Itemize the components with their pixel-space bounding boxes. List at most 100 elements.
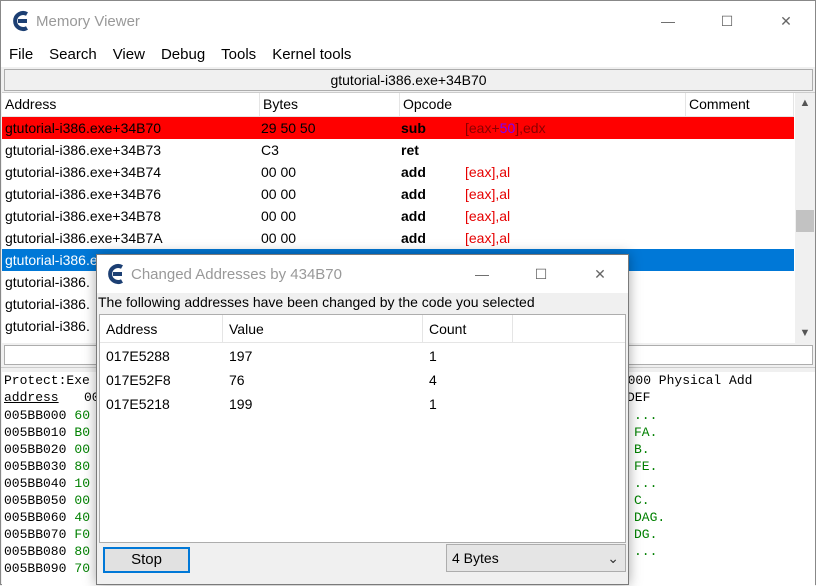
disasm-operands: [eax],al	[465, 208, 511, 224]
scroll-down-arrow-icon[interactable]: ▼	[795, 323, 815, 343]
hex-row[interactable]: 005BB080 80...	[4, 543, 657, 560]
hex-row[interactable]: 005BB090 70	[4, 560, 90, 577]
menu-debug[interactable]: Debug	[161, 46, 205, 63]
hex-ascii: DG.	[634, 527, 658, 542]
list-count: 4	[429, 372, 437, 388]
hex-ascii: B.	[634, 442, 650, 457]
disasm-row[interactable]: gtutorial-i386.exe+34B78 00 00 add [eax],al	[2, 205, 794, 227]
disasm-address: gtutorial-i386.exe+34B7A	[5, 230, 163, 246]
list-item[interactable]: 017E5288 197 1	[100, 344, 625, 368]
col-address-header[interactable]: Address	[100, 315, 223, 343]
disasm-address: gtutorial-i386.	[5, 318, 90, 334]
list-value: 197	[229, 348, 253, 364]
disasm-opcode: sub	[401, 120, 426, 136]
col-value-header[interactable]: Value	[223, 315, 423, 343]
menu-kernel-tools[interactable]: Kernel tools	[272, 46, 351, 63]
disasm-bytes: 00 00	[261, 230, 297, 246]
minimize-button[interactable]: —	[645, 1, 691, 41]
hex-row[interactable]: 005BB030 80 FE.	[4, 458, 657, 475]
hex-address: 005BB090	[4, 561, 67, 576]
disasm-bytes: 00 00	[261, 208, 297, 224]
hex-byte: B0	[74, 425, 91, 440]
disasm-opcode: add	[401, 164, 426, 180]
disassembler-scrollbar[interactable]: ▲ ▼	[795, 93, 815, 343]
dialog-minimize-button[interactable]: —	[459, 255, 505, 293]
list-item[interactable]: 017E5218 199 1	[100, 392, 625, 416]
stop-button[interactable]: Stop	[103, 547, 190, 573]
menu-file[interactable]: File	[9, 46, 33, 63]
col-bytes-header[interactable]: Bytes	[260, 93, 400, 117]
hex-ascii: ...	[634, 544, 658, 559]
close-button[interactable]: ✕	[763, 1, 809, 41]
hex-row[interactable]: 005BB050 00 C.	[4, 492, 650, 509]
disasm-operands: [eax],al	[465, 230, 511, 246]
dialog-title: Changed Addresses by 434B70	[131, 266, 342, 283]
list-item[interactable]: 017E52F8 76 4	[100, 368, 625, 392]
hex-row[interactable]: 005BB060 40 DAG.	[4, 509, 665, 526]
hex-row[interactable]: 005BB000 60...	[4, 407, 657, 424]
hex-row[interactable]: 005BB070 F0 DG.	[4, 526, 657, 543]
list-value: 76	[229, 372, 245, 388]
list-address: 017E52F8	[106, 372, 171, 388]
title-bar: Memory Viewer — ☐ ✕	[1, 1, 815, 41]
hex-address: 005BB080	[4, 544, 67, 559]
menu-view[interactable]: View	[113, 46, 145, 63]
cheat-engine-logo-icon	[13, 11, 28, 31]
hex-ascii: ...	[634, 408, 658, 423]
disasm-bytes: 00 00	[261, 186, 297, 202]
disasm-bytes: C3	[261, 142, 279, 158]
col-address-header[interactable]: Address	[2, 93, 260, 117]
hex-address: 005BB030	[4, 459, 67, 474]
hex-address: 005BB070	[4, 527, 67, 542]
list-count: 1	[429, 348, 437, 364]
disassembler-header: Address Bytes Opcode Comment	[2, 93, 794, 117]
dialog-title-bar: Changed Addresses by 434B70 — ☐ ✕	[97, 255, 628, 293]
hex-byte: 00	[74, 442, 91, 457]
disasm-address: gtutorial-i386.	[5, 296, 90, 312]
hex-row[interactable]: 005BB040 10...	[4, 475, 657, 492]
scroll-up-arrow-icon[interactable]: ▲	[795, 93, 815, 113]
window-title: Memory Viewer	[36, 13, 140, 30]
disasm-operands: [eax],al	[465, 186, 511, 202]
disasm-opcode: add	[401, 186, 426, 202]
menu-search[interactable]: Search	[49, 46, 97, 63]
disasm-row[interactable]: gtutorial-i386.exe+34B7A 00 00 add [eax],al	[2, 227, 794, 249]
disasm-address: gtutorial-i386.exe+34B76	[5, 186, 162, 202]
disasm-row[interactable]: gtutorial-i386.exe+34B73 C3 ret	[2, 139, 794, 161]
hex-ascii: C.	[634, 493, 650, 508]
hex-address: 005BB000	[4, 408, 67, 423]
dialog-maximize-button[interactable]: ☐	[518, 255, 564, 293]
hex-row[interactable]: 005BB020 00 B.	[4, 441, 650, 458]
hex-column-header: address 00 DEF	[4, 390, 651, 405]
value-type-selected: 4 Bytes	[452, 550, 499, 566]
current-address-bar[interactable]: gtutorial-i386.exe+34B70	[4, 69, 813, 91]
hex-row[interactable]: 005BB010 B0 FA.	[4, 424, 657, 441]
maximize-button[interactable]: ☐	[704, 1, 750, 41]
chevron-down-icon: ⌄	[607, 550, 619, 566]
disasm-row[interactable]: gtutorial-i386.exe+34B70 29 50 50 sub [eax+…	[2, 117, 794, 139]
hex-ascii: FE.	[634, 459, 658, 474]
hex-address: 005BB060	[4, 510, 67, 525]
list-value: 199	[229, 396, 253, 412]
disasm-row[interactable]: gtutorial-i386.exe+34B76 00 00 add [eax],al	[2, 183, 794, 205]
disasm-address: gtutorial-i386.exe+34B74	[5, 164, 162, 180]
col-count-header[interactable]: Count	[423, 315, 513, 343]
col-comment-header[interactable]: Comment	[686, 93, 794, 117]
list-header: Address Value Count	[100, 315, 625, 343]
hex-byte: 10	[74, 476, 91, 491]
dialog-message: The following addresses have been change…	[98, 294, 535, 310]
hex-byte: 00	[74, 493, 91, 508]
disasm-bytes: 00 00	[261, 164, 297, 180]
disasm-row[interactable]: gtutorial-i386.exe+34B74 00 00 add [eax],al	[2, 161, 794, 183]
hex-byte: 60	[74, 408, 91, 423]
disasm-operands: [eax],al	[465, 164, 511, 180]
value-type-select[interactable]: 4 Bytes ⌄	[446, 544, 626, 572]
hex-ascii: FA.	[634, 425, 658, 440]
dialog-close-button[interactable]: ✕	[577, 255, 623, 293]
menu-bar: File Search View Debug Tools Kernel tool…	[1, 41, 815, 67]
menu-tools[interactable]: Tools	[221, 46, 256, 63]
changed-addresses-list[interactable]: Address Value Count 017E5288 197 1 017E52F8…	[99, 314, 626, 543]
col-opcode-header[interactable]: Opcode	[400, 93, 686, 117]
disasm-opcode: add	[401, 208, 426, 224]
scroll-thumb[interactable]	[796, 210, 814, 232]
